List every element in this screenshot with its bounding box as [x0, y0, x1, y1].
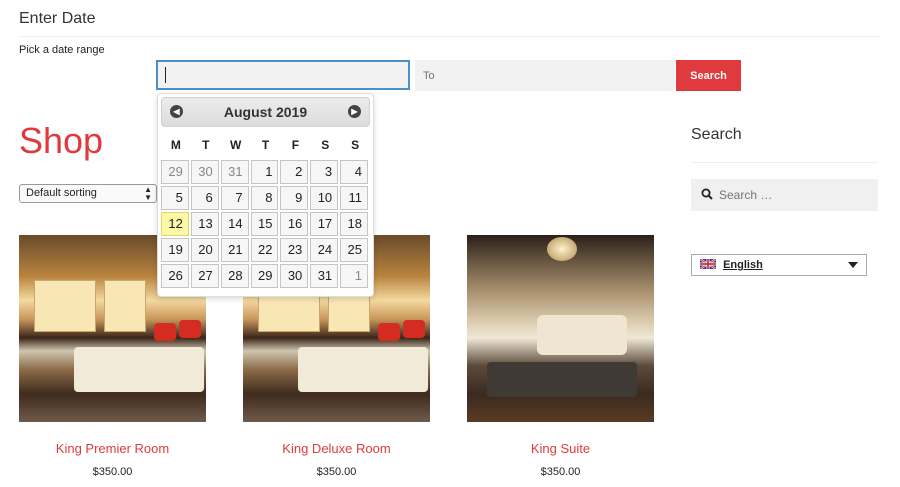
calendar-day[interactable]: 4 [340, 160, 369, 184]
product-name-king-deluxe-room[interactable]: King Deluxe Room [243, 441, 430, 456]
calendar-day[interactable]: 17 [310, 212, 339, 236]
calendar-day[interactable]: 24 [310, 238, 339, 262]
calendar-day[interactable]: 6 [190, 186, 219, 210]
calendar-weekdays: MTWTFSS [161, 130, 370, 160]
enter-date-title: Enter Date [19, 10, 96, 27]
weekday-label: S [351, 138, 360, 152]
product-name-king-suite[interactable]: King Suite [467, 441, 654, 456]
calendar-day[interactable]: 29 [161, 160, 189, 184]
text-caret [165, 67, 166, 83]
shop-title: Shop [19, 120, 104, 161]
date-from-input[interactable] [156, 60, 410, 90]
weekday-label: S [321, 138, 330, 152]
pillow-shape [378, 323, 400, 341]
chevron-right-icon[interactable]: ▶ [348, 105, 361, 118]
calendar-day[interactable]: 5 [161, 186, 189, 210]
calendar-grid: MTWTFSS 29 30 31 1 2 3 4 5 6 7 8 9 10 11 12 13 14 15 16 17 1… [161, 130, 370, 288]
weekday-label: T [261, 138, 270, 152]
pillow-shape [403, 320, 425, 338]
calendar-week-row: 5 6 7 8 9 10 11 [161, 186, 370, 210]
calendar-day[interactable]: 29 [250, 264, 279, 288]
calendar-day[interactable]: 21 [220, 238, 249, 262]
dropdown-arrow-icon [848, 262, 858, 268]
language-select[interactable]: English [691, 254, 867, 276]
calendar-day[interactable]: 11 [340, 186, 369, 210]
product-image-king-suite[interactable] [467, 235, 654, 422]
product-price: $350.00 [540, 466, 581, 478]
calendar-day[interactable]: 1 [250, 160, 279, 184]
calendar-day[interactable]: 26 [161, 264, 189, 288]
weekday-label: M [170, 138, 181, 152]
select-arrows-icon: ▲ ▼ [144, 185, 152, 202]
weekday-label: W [229, 138, 242, 152]
uk-flag-icon [700, 259, 716, 269]
window-shape [104, 280, 146, 332]
chevron-left-icon[interactable]: ◀ [170, 105, 183, 118]
product-price: $350.00 [92, 466, 133, 478]
calendar-day[interactable]: 9 [280, 186, 309, 210]
calendar-day[interactable]: 31 [220, 160, 249, 184]
calendar-month-title: August 2019 [223, 104, 308, 120]
calendar-day[interactable]: 31 [310, 264, 339, 288]
calendar-day[interactable]: 18 [340, 212, 369, 236]
calendar-day[interactable]: 22 [250, 238, 279, 262]
calendar-week-row: 19 20 21 22 23 24 25 [161, 238, 370, 262]
pillow-shape [154, 323, 176, 341]
calendar-day[interactable]: 2 [280, 160, 309, 184]
calendar-day[interactable]: 30 [190, 160, 219, 184]
calendar-day[interactable]: 14 [220, 212, 249, 236]
calendar-week-row: 12 13 14 15 16 17 18 [161, 212, 370, 236]
pillow-shape [179, 320, 201, 338]
calendar-day[interactable]: 27 [190, 264, 219, 288]
chandelier-shape [547, 237, 577, 261]
weekday-label: T [202, 138, 210, 152]
calendar-day[interactable]: 30 [280, 264, 309, 288]
calendar-day[interactable]: 7 [220, 186, 249, 210]
product-name-king-premier-room[interactable]: King Premier Room [19, 441, 206, 456]
calendar-week-row: 29 30 31 1 2 3 4 [161, 160, 370, 184]
date-to-input[interactable] [415, 60, 675, 91]
date-range-label: Pick a date range [19, 44, 105, 56]
calendar-day[interactable]: 20 [190, 238, 219, 262]
calendar-day[interactable]: 16 [280, 212, 309, 236]
calendar-day[interactable]: 3 [310, 160, 339, 184]
calendar-day[interactable]: 13 [190, 212, 219, 236]
weekday-label: F [291, 138, 300, 152]
calendar-day-today[interactable]: 12 [161, 212, 189, 236]
divider [19, 36, 880, 37]
product-price: $350.00 [316, 466, 357, 478]
calendar-day[interactable]: 19 [161, 238, 189, 262]
calendar-week-row: 26 27 28 29 30 31 1 [161, 264, 370, 288]
calendar-day[interactable]: 1 [340, 264, 369, 288]
calendar-day[interactable]: 28 [220, 264, 249, 288]
rug-shape [487, 362, 637, 397]
bed-shape [298, 347, 428, 392]
window-shape [34, 280, 96, 332]
date-picker-calendar: ◀ August 2019 ▶ MTWTFSS 29 30 31 1 2 3 4 5 6 7 8 9 1… [157, 93, 374, 297]
calendar-day[interactable]: 25 [340, 238, 369, 262]
calendar-day[interactable]: 10 [310, 186, 339, 210]
date-search-button[interactable]: Search [676, 60, 741, 91]
sorting-select[interactable]: Default sorting ▲ ▼ [19, 184, 157, 203]
calendar-header: ◀ August 2019 ▶ [161, 97, 370, 127]
sidebar-search-input[interactable] [691, 179, 878, 211]
calendar-day[interactable]: 8 [250, 186, 279, 210]
sorting-selected-value: Default sorting [26, 187, 97, 199]
language-label: English [723, 259, 763, 271]
bed-shape [537, 315, 627, 355]
search-icon [701, 188, 713, 200]
bed-shape [74, 347, 204, 392]
sidebar-search-title: Search [691, 126, 742, 143]
calendar-day[interactable]: 23 [280, 238, 309, 262]
divider [691, 162, 878, 163]
calendar-day[interactable]: 15 [250, 212, 279, 236]
